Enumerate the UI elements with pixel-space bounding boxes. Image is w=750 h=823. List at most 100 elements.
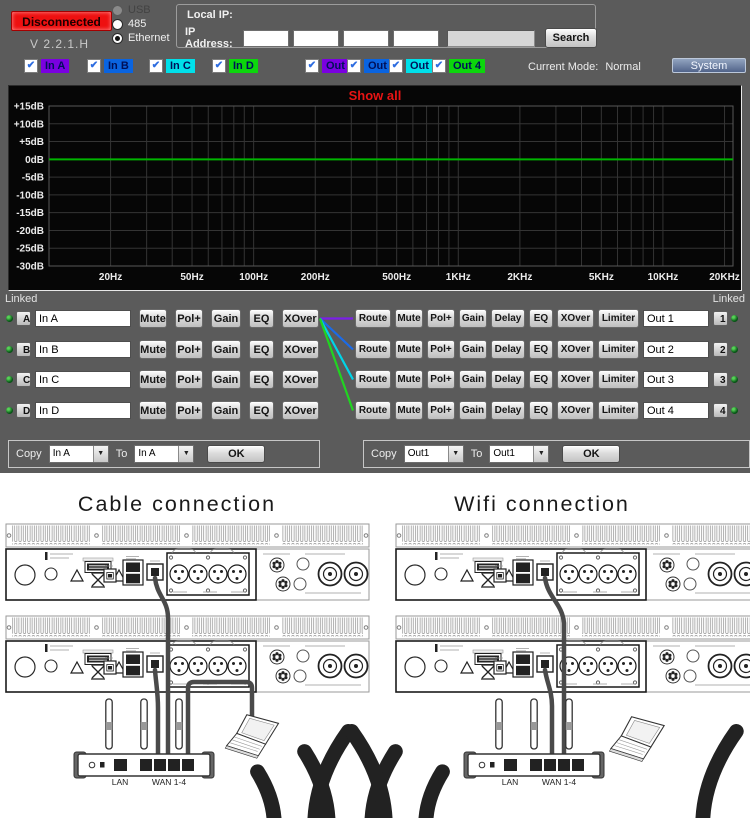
input-b-mute-button[interactable]: Mute — [139, 340, 167, 359]
system-button[interactable]: System — [672, 58, 746, 73]
input-b-eq-button[interactable]: EQ — [249, 340, 274, 359]
output-4-eq-button[interactable]: EQ — [529, 401, 553, 420]
radio-485[interactable]: 485 — [112, 17, 170, 31]
input-c-eq-button[interactable]: EQ — [249, 370, 274, 389]
input-a-eq-button[interactable]: EQ — [249, 309, 274, 328]
output-name-field-1[interactable] — [643, 310, 709, 327]
output-2-eq-button[interactable]: EQ — [529, 340, 553, 359]
input-c-pol+-button[interactable]: Pol+ — [175, 370, 203, 389]
output-3-mute-button[interactable]: Mute — [395, 370, 423, 389]
ip-octet-4[interactable] — [393, 29, 439, 47]
checkbox[interactable]: ✔ — [87, 59, 101, 73]
chevron-down-icon[interactable]: ▼ — [178, 446, 194, 462]
input-toggle-inb[interactable]: ✔ In B — [87, 59, 133, 73]
output-2-pol+-button[interactable]: Pol+ — [427, 340, 455, 359]
checkbox[interactable]: ✔ — [149, 59, 163, 73]
copy-output-ok-button[interactable]: OK — [562, 445, 621, 463]
copy-output-to-select[interactable]: Out1 ▼ — [489, 445, 550, 463]
input-d-gain-button[interactable]: Gain — [211, 401, 241, 420]
input-a-xover-button[interactable]: XOver — [282, 309, 319, 328]
output-2-delay-button[interactable]: Delay — [491, 340, 525, 359]
radio-ethernet[interactable]: Ethernet — [112, 31, 170, 45]
connection-status-button[interactable]: Disconnected — [11, 11, 112, 31]
input-d-pol+-button[interactable]: Pol+ — [175, 401, 203, 420]
input-d-eq-button[interactable]: EQ — [249, 401, 274, 420]
ip-octet-1[interactable] — [243, 29, 289, 47]
checkbox[interactable]: ✔ — [432, 59, 446, 73]
input-toggle-inc[interactable]: ✔ In C — [149, 59, 195, 73]
radio-circle-icon[interactable] — [112, 4, 123, 16]
input-c-mute-button[interactable]: Mute — [139, 370, 167, 389]
output-1-pol+-button[interactable]: Pol+ — [427, 309, 455, 328]
checkbox[interactable]: ✔ — [305, 59, 319, 73]
output-1-mute-button[interactable]: Mute — [395, 309, 423, 328]
copy-input-ok-button[interactable]: OK — [207, 445, 266, 463]
input-d-mute-button[interactable]: Mute — [139, 401, 167, 420]
input-select-button-c[interactable]: C — [16, 372, 31, 387]
output-1-delay-button[interactable]: Delay — [491, 309, 525, 328]
input-toggle-ind[interactable]: ✔ In D — [212, 59, 258, 73]
input-a-pol+-button[interactable]: Pol+ — [175, 309, 203, 328]
output-2-limiter-button[interactable]: Limiter — [598, 340, 639, 359]
output-name-field-2[interactable] — [643, 341, 709, 358]
output-1-xover-button[interactable]: XOver — [557, 309, 594, 328]
output-select-button-4[interactable]: 4 — [713, 403, 728, 418]
input-select-button-a[interactable]: A — [16, 311, 31, 326]
output-3-delay-button[interactable]: Delay — [491, 370, 525, 389]
radio-usb[interactable]: USB — [112, 3, 170, 17]
output-select-button-3[interactable]: 3 — [713, 372, 728, 387]
output-select-button-1[interactable]: 1 — [713, 311, 728, 326]
chevron-down-icon[interactable]: ▼ — [92, 446, 108, 462]
checkbox[interactable]: ✔ — [212, 59, 226, 73]
input-b-xover-button[interactable]: XOver — [282, 340, 319, 359]
input-toggle-ina[interactable]: ✔ In A — [24, 59, 70, 73]
copy-input-to-select[interactable]: In A ▼ — [134, 445, 195, 463]
radio-circle-icon[interactable] — [112, 18, 123, 30]
copy-input-from-select[interactable]: In A ▼ — [48, 445, 109, 463]
output-name-field-4[interactable] — [643, 402, 709, 419]
input-select-button-d[interactable]: D — [16, 403, 31, 418]
ip-octet-3[interactable] — [343, 29, 389, 47]
output-4-delay-button[interactable]: Delay — [491, 401, 525, 420]
output-1-limiter-button[interactable]: Limiter — [598, 309, 639, 328]
checkbox[interactable]: ✔ — [389, 59, 403, 73]
input-b-gain-button[interactable]: Gain — [211, 340, 241, 359]
output-3-route-button[interactable]: Route — [355, 370, 391, 389]
output-3-pol+-button[interactable]: Pol+ — [427, 370, 455, 389]
output-2-xover-button[interactable]: XOver — [557, 340, 594, 359]
chevron-down-icon[interactable]: ▼ — [447, 446, 463, 462]
input-name-field-a[interactable] — [35, 310, 131, 327]
chevron-down-icon[interactable]: ▼ — [533, 446, 549, 462]
output-2-route-button[interactable]: Route — [355, 340, 391, 359]
output-3-eq-button[interactable]: EQ — [529, 370, 553, 389]
output-3-limiter-button[interactable]: Limiter — [598, 370, 639, 389]
output-name-field-3[interactable] — [643, 371, 709, 388]
output-4-xover-button[interactable]: XOver — [557, 401, 594, 420]
checkbox[interactable]: ✔ — [24, 59, 38, 73]
input-name-field-b[interactable] — [35, 341, 131, 358]
search-button[interactable]: Search — [545, 28, 597, 48]
output-4-gain-button[interactable]: Gain — [459, 401, 487, 420]
output-1-eq-button[interactable]: EQ — [529, 309, 553, 328]
output-4-route-button[interactable]: Route — [355, 401, 391, 420]
input-select-button-b[interactable]: B — [16, 342, 31, 357]
output-3-gain-button[interactable]: Gain — [459, 370, 487, 389]
output-2-gain-button[interactable]: Gain — [459, 340, 487, 359]
input-c-xover-button[interactable]: XOver — [282, 370, 319, 389]
output-toggle-out4[interactable]: ✔ Out 4 — [432, 59, 486, 73]
device-list-box[interactable] — [447, 29, 535, 47]
copy-output-from-select[interactable]: Out1 ▼ — [403, 445, 464, 463]
input-a-mute-button[interactable]: Mute — [139, 309, 167, 328]
output-2-mute-button[interactable]: Mute — [395, 340, 423, 359]
input-d-xover-button[interactable]: XOver — [282, 401, 319, 420]
output-1-route-button[interactable]: Route — [355, 309, 391, 328]
output-4-mute-button[interactable]: Mute — [395, 401, 423, 420]
radio-circle-icon[interactable] — [112, 32, 123, 44]
checkbox[interactable]: ✔ — [347, 59, 361, 73]
ip-octet-2[interactable] — [293, 29, 339, 47]
input-c-gain-button[interactable]: Gain — [211, 370, 241, 389]
input-a-gain-button[interactable]: Gain — [211, 309, 241, 328]
output-4-pol+-button[interactable]: Pol+ — [427, 401, 455, 420]
output-3-xover-button[interactable]: XOver — [557, 370, 594, 389]
output-4-limiter-button[interactable]: Limiter — [598, 401, 639, 420]
